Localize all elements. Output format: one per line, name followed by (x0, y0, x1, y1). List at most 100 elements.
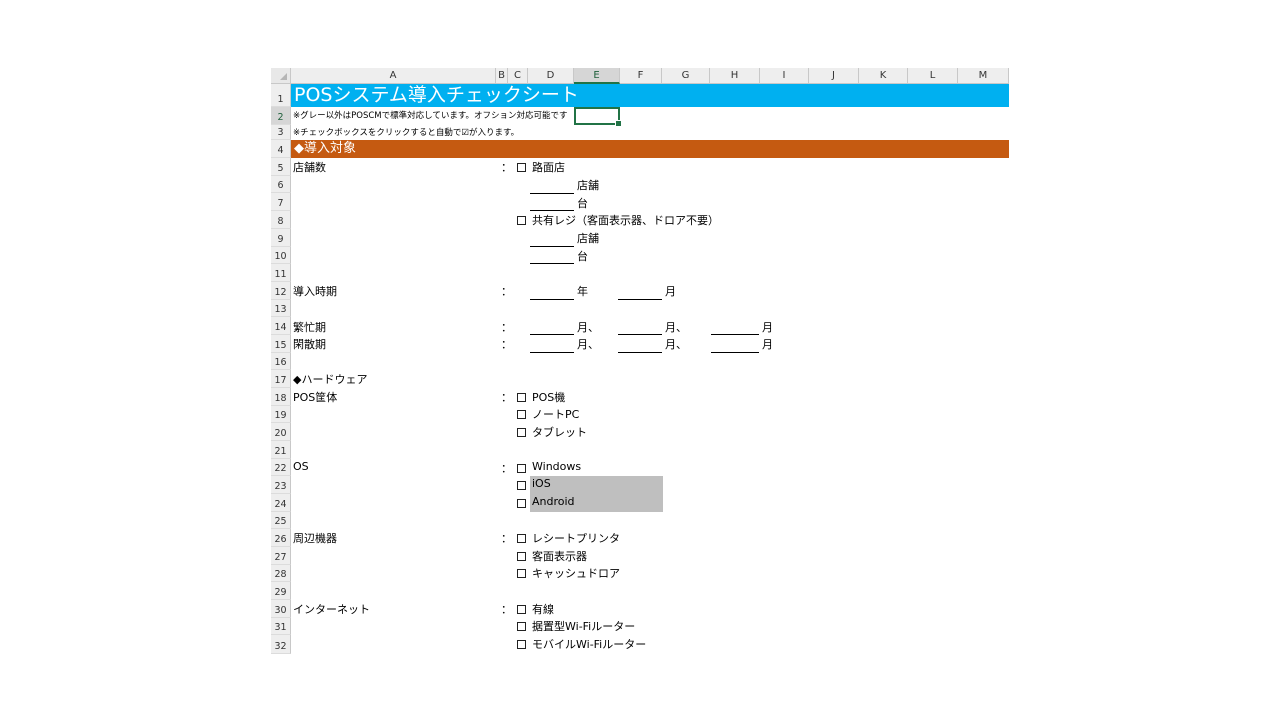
column-header-a[interactable]: A (291, 68, 496, 84)
input-install-year[interactable] (530, 299, 574, 300)
column-header-l[interactable]: L (908, 68, 958, 84)
row-header-17[interactable]: 17 (271, 370, 291, 388)
checkbox-wired[interactable] (517, 605, 526, 614)
checkbox-receipt-printer[interactable] (517, 534, 526, 543)
row-header-5[interactable]: 5 (271, 158, 291, 176)
row-header-29[interactable]: 29 (271, 582, 291, 600)
row-header-10[interactable]: 10 (271, 247, 291, 264)
row-header-16[interactable]: 16 (271, 353, 291, 370)
colon: ： (501, 532, 512, 545)
colon: ： (501, 391, 512, 404)
column-header-e[interactable]: E (574, 68, 620, 84)
checkbox-shared-register[interactable] (517, 216, 526, 225)
checkbox-pos-machine[interactable] (517, 393, 526, 402)
option-cash-drawer: キャッシュドロア (532, 567, 620, 580)
row-header-21[interactable]: 21 (271, 441, 291, 459)
option-notebook-pc: ノートPC (532, 408, 580, 421)
column-header-k[interactable]: K (859, 68, 908, 84)
unit-register: 台 (577, 250, 588, 263)
row-header-19[interactable]: 19 (271, 406, 291, 423)
row-header-23[interactable]: 23 (271, 476, 291, 494)
input-install-month[interactable] (618, 299, 662, 300)
row-header-8[interactable]: 8 (271, 211, 291, 229)
checkbox-notebook-pc[interactable] (517, 410, 526, 419)
checkbox-customer-display[interactable] (517, 552, 526, 561)
option-mobile-wifi: モバイルWi-Fiルーター (532, 638, 647, 651)
section-header-hardware: ◆ハードウェア (293, 373, 368, 386)
row-header-15[interactable]: 15 (271, 335, 291, 353)
unit-store: 店舗 (577, 179, 599, 192)
input-slow-month-1[interactable] (530, 352, 574, 353)
column-header-h[interactable]: H (710, 68, 760, 84)
spreadsheet[interactable]: A B C D E F G H I J K L M 1 2 3 4 5 6 7 … (271, 68, 1009, 654)
unit-month: 月 (665, 285, 676, 298)
select-all-corner[interactable] (271, 68, 291, 84)
row-header-1[interactable]: 1 (271, 84, 291, 107)
column-header-c[interactable]: C (508, 68, 528, 84)
column-header-g[interactable]: G (662, 68, 710, 84)
checkbox-android[interactable] (517, 499, 526, 508)
column-header-j[interactable]: J (809, 68, 859, 84)
colon: ： (501, 285, 512, 298)
input-busy-month-3[interactable] (711, 334, 759, 335)
row-header-11[interactable]: 11 (271, 264, 291, 282)
row-header-25[interactable]: 25 (271, 512, 291, 529)
row-header-28[interactable]: 28 (271, 565, 291, 582)
column-header-i[interactable]: I (760, 68, 809, 84)
row-header-9[interactable]: 9 (271, 229, 291, 247)
row-header-26[interactable]: 26 (271, 529, 291, 547)
checkbox-stationary-wifi[interactable] (517, 622, 526, 631)
checkbox-ios[interactable] (517, 481, 526, 490)
unit-store: 店舗 (577, 232, 599, 245)
row-header-7[interactable]: 7 (271, 193, 291, 211)
colon: ： (501, 462, 512, 475)
option-stationary-wifi: 据置型Wi-Fiルーター (532, 620, 636, 633)
column-header-m[interactable]: M (958, 68, 1009, 84)
input-street-register-count[interactable] (530, 210, 574, 211)
column-header-f[interactable]: F (620, 68, 662, 84)
colon: ： (501, 338, 512, 351)
checkbox-street-store[interactable] (517, 163, 526, 172)
label-slow-season: 閑散期 (293, 338, 326, 351)
row-header-24[interactable]: 24 (271, 494, 291, 512)
row-header-31[interactable]: 31 (271, 618, 291, 635)
column-header-d[interactable]: D (528, 68, 574, 84)
row-header-2[interactable]: 2 (271, 107, 291, 125)
option-windows: Windows (532, 460, 582, 473)
row-header-4[interactable]: 4 (271, 140, 291, 158)
row-header-32[interactable]: 32 (271, 635, 291, 654)
note-grey-options: ※グレー以外はPOSCMで標準対応しています。オフション対応可能です (293, 111, 568, 121)
input-shared-store-count[interactable] (530, 246, 574, 247)
input-shared-register-count[interactable] (530, 263, 574, 264)
row-header-22[interactable]: 22 (271, 459, 291, 476)
row-header-3[interactable]: 3 (271, 125, 291, 140)
row-header-12[interactable]: 12 (271, 282, 291, 300)
row-header-13[interactable]: 13 (271, 300, 291, 317)
unit-month-sep: 月、 (665, 321, 687, 334)
row-header-20[interactable]: 20 (271, 423, 291, 441)
checkbox-tablet[interactable] (517, 428, 526, 437)
column-header-b[interactable]: B (496, 68, 508, 84)
selected-cell-e2[interactable] (574, 107, 622, 127)
option-ios: iOS (532, 477, 551, 490)
option-street-store: 路面店 (532, 161, 565, 174)
input-slow-month-2[interactable] (618, 352, 662, 353)
input-busy-month-1[interactable] (530, 334, 574, 335)
row-header-27[interactable]: 27 (271, 547, 291, 565)
checkbox-windows[interactable] (517, 464, 526, 473)
option-customer-display: 客面表示器 (532, 550, 587, 563)
input-street-store-count[interactable] (530, 193, 574, 194)
input-slow-month-3[interactable] (711, 352, 759, 353)
row-header-18[interactable]: 18 (271, 388, 291, 406)
unit-register: 台 (577, 197, 588, 210)
checkbox-cash-drawer[interactable] (517, 569, 526, 578)
colon: ： (501, 321, 512, 334)
input-busy-month-2[interactable] (618, 334, 662, 335)
fill-handle[interactable] (615, 120, 622, 127)
row-header-30[interactable]: 30 (271, 600, 291, 618)
row-header-6[interactable]: 6 (271, 176, 291, 193)
row-header-14[interactable]: 14 (271, 317, 291, 335)
label-os: OS (293, 460, 309, 473)
checkbox-mobile-wifi[interactable] (517, 640, 526, 649)
unit-month: 月 (762, 338, 773, 351)
